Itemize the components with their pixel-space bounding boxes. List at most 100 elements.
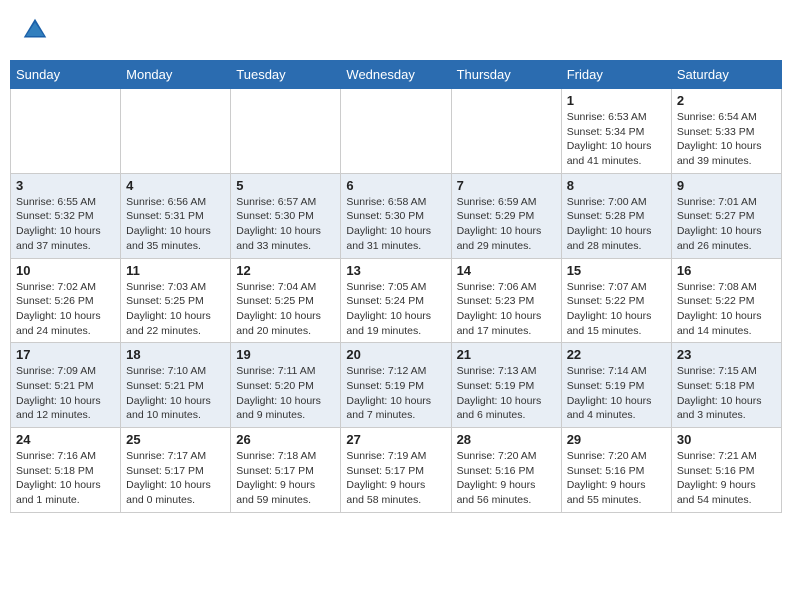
calendar-table: SundayMondayTuesdayWednesdayThursdayFrid… bbox=[10, 60, 782, 513]
calendar-cell: 4 Sunrise: 6:56 AM Sunset: 5:31 PM Daylig… bbox=[121, 173, 231, 258]
day-number: 6 bbox=[346, 178, 445, 193]
day-info: Sunrise: 7:02 AM Sunset: 5:26 PM Dayligh… bbox=[16, 280, 115, 339]
day-info: Sunrise: 7:20 AM Sunset: 5:16 PM Dayligh… bbox=[457, 449, 556, 508]
page-header bbox=[10, 10, 782, 50]
day-info: Sunrise: 7:21 AM Sunset: 5:16 PM Dayligh… bbox=[677, 449, 776, 508]
calendar-cell: 6 Sunrise: 6:58 AM Sunset: 5:30 PM Daylig… bbox=[341, 173, 451, 258]
calendar-cell bbox=[11, 89, 121, 174]
weekday-row: SundayMondayTuesdayWednesdayThursdayFrid… bbox=[11, 61, 782, 89]
day-number: 16 bbox=[677, 263, 776, 278]
day-info: Sunrise: 7:18 AM Sunset: 5:17 PM Dayligh… bbox=[236, 449, 335, 508]
day-number: 5 bbox=[236, 178, 335, 193]
day-number: 30 bbox=[677, 432, 776, 447]
calendar-cell: 2 Sunrise: 6:54 AM Sunset: 5:33 PM Daylig… bbox=[671, 89, 781, 174]
day-number: 20 bbox=[346, 347, 445, 362]
day-info: Sunrise: 7:12 AM Sunset: 5:19 PM Dayligh… bbox=[346, 364, 445, 423]
logo-icon bbox=[20, 15, 50, 45]
calendar-cell: 15 Sunrise: 7:07 AM Sunset: 5:22 PM Dayli… bbox=[561, 258, 671, 343]
day-info: Sunrise: 7:09 AM Sunset: 5:21 PM Dayligh… bbox=[16, 364, 115, 423]
calendar-header: SundayMondayTuesdayWednesdayThursdayFrid… bbox=[11, 61, 782, 89]
weekday-header-wednesday: Wednesday bbox=[341, 61, 451, 89]
weekday-header-friday: Friday bbox=[561, 61, 671, 89]
day-info: Sunrise: 6:56 AM Sunset: 5:31 PM Dayligh… bbox=[126, 195, 225, 254]
calendar-cell: 28 Sunrise: 7:20 AM Sunset: 5:16 PM Dayli… bbox=[451, 428, 561, 513]
day-number: 28 bbox=[457, 432, 556, 447]
day-info: Sunrise: 7:17 AM Sunset: 5:17 PM Dayligh… bbox=[126, 449, 225, 508]
day-info: Sunrise: 7:11 AM Sunset: 5:20 PM Dayligh… bbox=[236, 364, 335, 423]
calendar-cell: 26 Sunrise: 7:18 AM Sunset: 5:17 PM Dayli… bbox=[231, 428, 341, 513]
weekday-header-monday: Monday bbox=[121, 61, 231, 89]
day-info: Sunrise: 7:15 AM Sunset: 5:18 PM Dayligh… bbox=[677, 364, 776, 423]
day-number: 25 bbox=[126, 432, 225, 447]
day-number: 11 bbox=[126, 263, 225, 278]
calendar-cell bbox=[451, 89, 561, 174]
calendar-cell: 16 Sunrise: 7:08 AM Sunset: 5:22 PM Dayli… bbox=[671, 258, 781, 343]
day-number: 15 bbox=[567, 263, 666, 278]
day-info: Sunrise: 6:58 AM Sunset: 5:30 PM Dayligh… bbox=[346, 195, 445, 254]
day-info: Sunrise: 6:54 AM Sunset: 5:33 PM Dayligh… bbox=[677, 110, 776, 169]
day-info: Sunrise: 6:57 AM Sunset: 5:30 PM Dayligh… bbox=[236, 195, 335, 254]
day-number: 2 bbox=[677, 93, 776, 108]
calendar-body: 1Sunrise: 6:53 AM Sunset: 5:34 PM Daylig… bbox=[11, 89, 782, 513]
weekday-header-saturday: Saturday bbox=[671, 61, 781, 89]
weekday-header-sunday: Sunday bbox=[11, 61, 121, 89]
day-info: Sunrise: 7:08 AM Sunset: 5:22 PM Dayligh… bbox=[677, 280, 776, 339]
day-info: Sunrise: 7:19 AM Sunset: 5:17 PM Dayligh… bbox=[346, 449, 445, 508]
calendar-cell: 30 Sunrise: 7:21 AM Sunset: 5:16 PM Dayli… bbox=[671, 428, 781, 513]
calendar-cell: 7Sunrise: 6:59 AM Sunset: 5:29 PM Daylig… bbox=[451, 173, 561, 258]
day-number: 12 bbox=[236, 263, 335, 278]
calendar-cell: 22 Sunrise: 7:14 AM Sunset: 5:19 PM Dayli… bbox=[561, 343, 671, 428]
day-number: 14 bbox=[457, 263, 556, 278]
day-number: 21 bbox=[457, 347, 556, 362]
day-info: Sunrise: 7:20 AM Sunset: 5:16 PM Dayligh… bbox=[567, 449, 666, 508]
calendar-week-3: 10 Sunrise: 7:02 AM Sunset: 5:26 PM Dayli… bbox=[11, 258, 782, 343]
day-info: Sunrise: 7:05 AM Sunset: 5:24 PM Dayligh… bbox=[346, 280, 445, 339]
calendar-cell bbox=[121, 89, 231, 174]
day-number: 1 bbox=[567, 93, 666, 108]
calendar-cell: 20 Sunrise: 7:12 AM Sunset: 5:19 PM Dayli… bbox=[341, 343, 451, 428]
day-number: 9 bbox=[677, 178, 776, 193]
calendar-week-4: 17 Sunrise: 7:09 AM Sunset: 5:21 PM Dayli… bbox=[11, 343, 782, 428]
day-info: Sunrise: 7:10 AM Sunset: 5:21 PM Dayligh… bbox=[126, 364, 225, 423]
calendar-cell: 14 Sunrise: 7:06 AM Sunset: 5:23 PM Dayli… bbox=[451, 258, 561, 343]
day-number: 26 bbox=[236, 432, 335, 447]
calendar-cell: 17 Sunrise: 7:09 AM Sunset: 5:21 PM Dayli… bbox=[11, 343, 121, 428]
calendar-cell: 27 Sunrise: 7:19 AM Sunset: 5:17 PM Dayli… bbox=[341, 428, 451, 513]
weekday-header-thursday: Thursday bbox=[451, 61, 561, 89]
calendar-cell: 29Sunrise: 7:20 AM Sunset: 5:16 PM Dayli… bbox=[561, 428, 671, 513]
day-number: 23 bbox=[677, 347, 776, 362]
day-number: 10 bbox=[16, 263, 115, 278]
day-info: Sunrise: 7:07 AM Sunset: 5:22 PM Dayligh… bbox=[567, 280, 666, 339]
logo bbox=[20, 15, 54, 45]
day-number: 19 bbox=[236, 347, 335, 362]
day-info: Sunrise: 7:06 AM Sunset: 5:23 PM Dayligh… bbox=[457, 280, 556, 339]
day-info: Sunrise: 7:01 AM Sunset: 5:27 PM Dayligh… bbox=[677, 195, 776, 254]
day-number: 13 bbox=[346, 263, 445, 278]
day-info: Sunrise: 7:16 AM Sunset: 5:18 PM Dayligh… bbox=[16, 449, 115, 508]
calendar-cell: 12 Sunrise: 7:04 AM Sunset: 5:25 PM Dayli… bbox=[231, 258, 341, 343]
calendar-cell: 5 Sunrise: 6:57 AM Sunset: 5:30 PM Daylig… bbox=[231, 173, 341, 258]
calendar-cell: 18Sunrise: 7:10 AM Sunset: 5:21 PM Dayli… bbox=[121, 343, 231, 428]
day-number: 3 bbox=[16, 178, 115, 193]
calendar-cell: 3Sunrise: 6:55 AM Sunset: 5:32 PM Daylig… bbox=[11, 173, 121, 258]
day-number: 27 bbox=[346, 432, 445, 447]
day-number: 24 bbox=[16, 432, 115, 447]
day-info: Sunrise: 6:59 AM Sunset: 5:29 PM Dayligh… bbox=[457, 195, 556, 254]
weekday-header-tuesday: Tuesday bbox=[231, 61, 341, 89]
day-info: Sunrise: 7:00 AM Sunset: 5:28 PM Dayligh… bbox=[567, 195, 666, 254]
calendar-cell: 1Sunrise: 6:53 AM Sunset: 5:34 PM Daylig… bbox=[561, 89, 671, 174]
calendar-cell bbox=[341, 89, 451, 174]
day-number: 8 bbox=[567, 178, 666, 193]
day-info: Sunrise: 7:04 AM Sunset: 5:25 PM Dayligh… bbox=[236, 280, 335, 339]
day-number: 17 bbox=[16, 347, 115, 362]
calendar-cell: 13 Sunrise: 7:05 AM Sunset: 5:24 PM Dayli… bbox=[341, 258, 451, 343]
calendar-cell: 11Sunrise: 7:03 AM Sunset: 5:25 PM Dayli… bbox=[121, 258, 231, 343]
day-number: 22 bbox=[567, 347, 666, 362]
day-number: 4 bbox=[126, 178, 225, 193]
calendar-cell: 21Sunrise: 7:13 AM Sunset: 5:19 PM Dayli… bbox=[451, 343, 561, 428]
calendar-week-2: 3Sunrise: 6:55 AM Sunset: 5:32 PM Daylig… bbox=[11, 173, 782, 258]
calendar-cell: 8 Sunrise: 7:00 AM Sunset: 5:28 PM Daylig… bbox=[561, 173, 671, 258]
day-info: Sunrise: 7:14 AM Sunset: 5:19 PM Dayligh… bbox=[567, 364, 666, 423]
calendar-cell: 23 Sunrise: 7:15 AM Sunset: 5:18 PM Dayli… bbox=[671, 343, 781, 428]
calendar-cell: 9 Sunrise: 7:01 AM Sunset: 5:27 PM Daylig… bbox=[671, 173, 781, 258]
